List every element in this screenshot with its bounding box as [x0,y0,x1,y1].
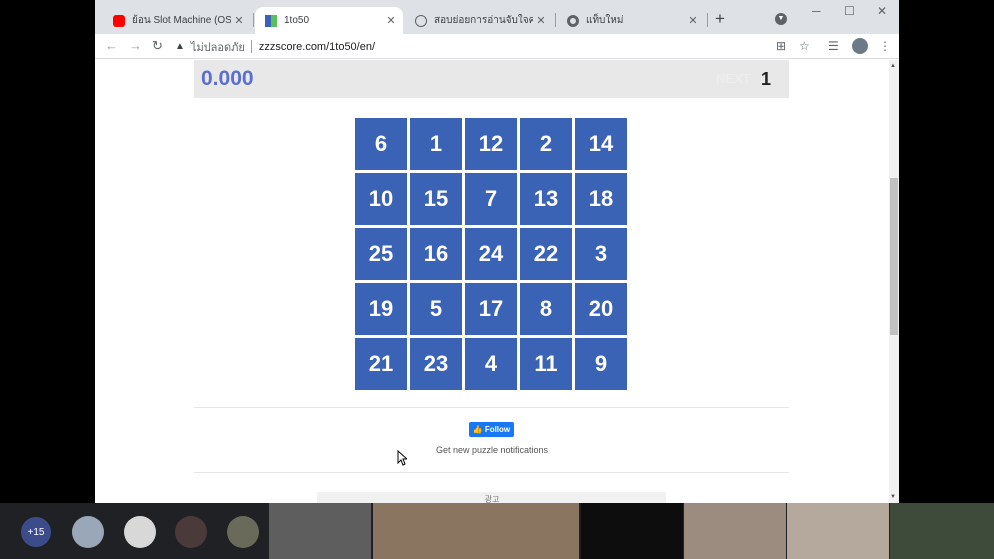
tab-title: สอบย่อยการอ่านจับใจความ ชุด [434,15,533,26]
number-tile[interactable]: 2 [520,118,572,170]
video-tile[interactable] [684,503,786,559]
close-icon[interactable]: ✕ [231,14,247,27]
video-tile[interactable] [581,503,683,559]
scroll-thumb[interactable] [890,178,898,335]
tab-new-tab[interactable]: แท็บใหม่ ✕ [557,7,705,34]
scroll-down-icon[interactable]: ▼ [890,494,896,500]
back-icon[interactable]: ← [105,38,118,53]
close-icon[interactable]: ✕ [685,14,701,27]
number-tile[interactable]: 14 [575,118,627,170]
number-tile[interactable]: 5 [410,283,462,335]
browser-toolbar: ← → ↻ ▲ ไม่ปลอดภัย zzzscore.com/1to50/en… [95,34,899,59]
divider [194,407,789,408]
url-text[interactable]: zzzscore.com/1to50/en/ [259,41,375,53]
number-tile[interactable]: 10 [355,173,407,225]
divider [194,472,789,473]
number-tile[interactable]: 23 [410,338,462,390]
number-tile[interactable]: 13 [520,173,572,225]
address-bar[interactable]: ▲ ไม่ปลอดภัย zzzscore.com/1to50/en/ [175,36,807,57]
mouse-cursor-icon [397,450,407,466]
menu-icon[interactable]: ⋮ [879,39,891,53]
security-status[interactable]: ไม่ปลอดภัย [191,38,245,56]
omnibox-divider [250,40,252,53]
1to50-icon [265,14,277,27]
ad-label: 광고 [484,495,500,503]
more-participants-badge[interactable]: +15 [21,517,51,547]
next-label: NEXT [716,71,751,86]
forward-icon[interactable]: → [129,38,142,53]
number-tile[interactable]: 15 [410,173,462,225]
reload-icon[interactable]: ↻ [152,38,163,54]
tab-title: แท็บใหม่ [586,15,624,26]
number-tile[interactable]: 25 [355,228,407,280]
follow-label: Follow [484,425,511,434]
avatar[interactable] [175,516,207,548]
number-tile[interactable]: 19 [355,283,407,335]
video-tile[interactable] [373,503,579,559]
star-icon[interactable]: ☆ [799,39,810,53]
globe-icon [415,14,427,27]
maximize-icon[interactable]: ☐ [844,4,855,18]
reading-list-icon[interactable]: ☰ [828,39,839,53]
close-icon[interactable]: ✕ [533,14,549,27]
number-tile[interactable]: 6 [355,118,407,170]
warning-icon[interactable]: ▲ [175,41,185,52]
tab-search-icon[interactable]: ▼ [775,13,787,25]
number-tile[interactable]: 16 [410,228,462,280]
chrome-icon [567,14,579,27]
minimize-icon[interactable]: ─ [812,4,821,18]
number-tile[interactable]: 7 [465,173,517,225]
next-number: 1 [761,69,772,89]
video-tile[interactable] [787,503,889,559]
number-tile[interactable]: 24 [465,228,517,280]
timer: 0.000 [201,67,254,90]
new-tab-button[interactable]: + [715,9,725,29]
tab-strip: ย้อน Slot Machine (OST. Ho ✕ 1to50 ✕ สอบ… [95,0,899,34]
thumbs-up-icon: 👍 [472,425,483,434]
avatar[interactable] [72,516,104,548]
number-tile[interactable]: 8 [520,283,572,335]
video-tile[interactable] [269,503,371,559]
video-tile[interactable] [890,503,994,559]
number-tile[interactable]: 11 [520,338,572,390]
number-tile[interactable]: 4 [465,338,517,390]
number-tile[interactable]: 22 [520,228,572,280]
number-tile[interactable]: 12 [465,118,517,170]
scroll-up-icon[interactable]: ▲ [890,63,896,69]
number-grid: 6 1 12 2 14 10 15 7 13 18 25 16 24 22 3 19 5 17 8 20 21 23 4 11… [355,118,628,391]
facebook-follow-button[interactable]: 👍 Follow [469,422,514,437]
score-bar: 0.000 NEXT 1 [194,60,789,98]
notification-text: Get new puzzle notifications [435,445,549,455]
tab-divider [707,13,708,27]
profile-avatar[interactable] [852,38,868,54]
youtube-icon [113,14,125,27]
number-tile[interactable]: 20 [575,283,627,335]
avatar[interactable] [227,516,259,548]
number-tile[interactable]: 3 [575,228,627,280]
number-tile[interactable]: 9 [575,338,627,390]
number-tile[interactable]: 1 [410,118,462,170]
close-icon[interactable]: ✕ [383,14,399,27]
tab-1to50[interactable]: 1to50 ✕ [255,7,403,34]
tab-divider [555,13,556,27]
tab-reading-quiz[interactable]: สอบย่อยการอ่านจับใจความ ชุด ✕ [405,7,553,34]
number-tile[interactable]: 17 [465,283,517,335]
avatar[interactable] [124,516,156,548]
number-tile[interactable]: 18 [575,173,627,225]
tab-title: 1to50 [284,15,310,26]
tab-divider [253,13,254,27]
number-tile[interactable]: 21 [355,338,407,390]
tab-youtube[interactable]: ย้อน Slot Machine (OST. Ho ✕ [103,7,251,34]
window-close-icon[interactable]: ✕ [877,4,887,18]
page-content: 0.000 NEXT 1 6 1 12 2 14 10 15 7 13 18 25 16 24 22 3 19… [95,60,889,503]
translate-icon[interactable]: ⊞ [776,39,786,53]
browser-window: ย้อน Slot Machine (OST. Ho ✕ 1to50 ✕ สอบ… [95,0,899,503]
scrollbar[interactable]: ▲ ▼ [889,60,899,503]
tab-title: ย้อน Slot Machine (OST. Ho [132,15,231,26]
